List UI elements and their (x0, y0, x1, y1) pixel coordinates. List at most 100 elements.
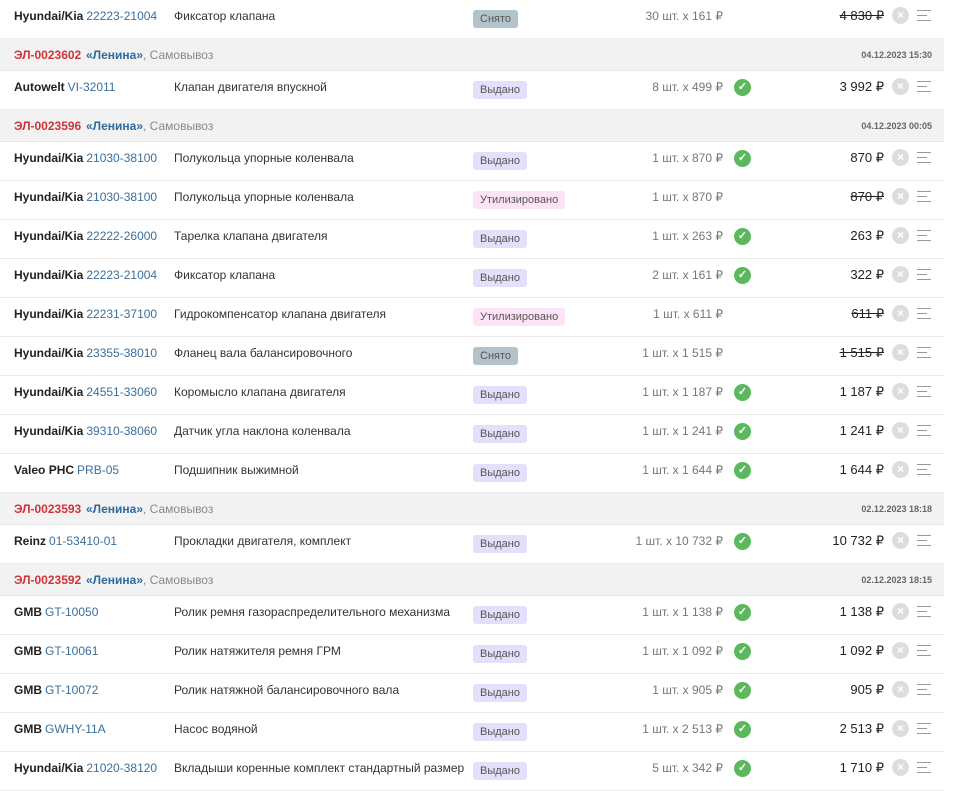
close-circle-icon: × (896, 228, 904, 242)
item-code-link[interactable]: 24551-33060 (86, 385, 157, 399)
store-name[interactable]: «Ленина» (86, 119, 143, 133)
brand-name: GMB (14, 644, 42, 658)
status-badge: Выдано (473, 81, 527, 99)
remove-item-button[interactable]: × (892, 149, 909, 166)
menu-icon[interactable] (917, 81, 931, 96)
remove-item-button[interactable]: × (892, 759, 909, 776)
brand-name: Hyundai/Kia (14, 424, 84, 438)
menu-icon[interactable] (917, 347, 931, 362)
item-code-link[interactable]: GT-10050 (45, 605, 98, 619)
order-number[interactable]: ЭЛ-0023602 (14, 48, 81, 62)
remove-item-button[interactable]: × (892, 383, 909, 400)
item-code-link[interactable]: 22223-21004 (86, 268, 157, 282)
item-code-link[interactable]: PRB-05 (77, 463, 119, 477)
item-total: 2 513 ₽ (839, 721, 884, 736)
menu-icon[interactable] (917, 425, 931, 440)
item-code-link[interactable]: 22222-26000 (86, 229, 157, 243)
remove-item-button[interactable]: × (892, 603, 909, 620)
table-row: Hyundai/Kia 22223-21004 Фиксатор клапана Вы… (0, 259, 944, 298)
item-total: 1 187 ₽ (839, 384, 884, 399)
remove-item-button[interactable]: × (892, 7, 909, 24)
store-name[interactable]: «Ленина» (86, 48, 143, 62)
item-quantity-price: 2 шт. x 161 ₽ (652, 268, 723, 282)
menu-icon[interactable] (917, 464, 931, 479)
close-circle-icon: × (896, 267, 904, 281)
menu-icon[interactable] (917, 762, 931, 777)
remove-item-button[interactable]: × (892, 532, 909, 549)
item-name: Вкладыши коренные комплект стандартный р… (174, 761, 465, 775)
remove-item-button[interactable]: × (892, 681, 909, 698)
menu-icon[interactable] (917, 535, 931, 550)
remove-item-button[interactable]: × (892, 461, 909, 478)
menu-icon[interactable] (917, 269, 931, 284)
table-row: Hyundai/Kia 21030-38100 Полукольца упорные… (0, 142, 944, 181)
store-name[interactable]: «Ленина» (86, 573, 143, 587)
menu-icon[interactable] (917, 645, 931, 660)
item-brand: Valeo PHC PRB-05 (14, 463, 119, 477)
menu-icon[interactable] (917, 606, 931, 621)
menu-icon[interactable] (917, 152, 931, 167)
item-code-link[interactable]: 23355-38010 (86, 346, 157, 360)
menu-icon[interactable] (917, 684, 931, 699)
table-row: Hyundai/Kia 22223-21004 Фиксатор клапана Сн… (0, 0, 944, 39)
remove-item-button[interactable]: × (892, 720, 909, 737)
close-circle-icon: × (896, 643, 904, 657)
remove-item-button[interactable]: × (892, 344, 909, 361)
table-row: Reinz 01-53410-01 Прокладки двигателя, ком… (0, 525, 944, 564)
remove-item-button[interactable]: × (892, 227, 909, 244)
item-code-link[interactable]: GT-10061 (45, 644, 98, 658)
close-circle-icon: × (896, 682, 904, 696)
remove-item-button[interactable]: × (892, 642, 909, 659)
status-badge: Выдано (473, 645, 527, 663)
item-brand: Reinz 01-53410-01 (14, 534, 117, 548)
item-brand: Hyundai/Kia 22222-26000 (14, 229, 157, 243)
item-code-link[interactable]: GWHY-11A (45, 722, 106, 736)
item-quantity-price: 1 шт. x 1 187 ₽ (642, 385, 723, 399)
table-row: Hyundai/Kia 24551-33060 Коромысло клапана … (0, 376, 944, 415)
item-code-link[interactable]: VI-32011 (68, 80, 116, 94)
order-number[interactable]: ЭЛ-0023592 (14, 573, 81, 587)
menu-icon[interactable] (917, 723, 931, 738)
item-code-link[interactable]: 21020-38120 (86, 761, 157, 775)
item-name: Ролик натяжной балансировочного вала (174, 683, 400, 697)
item-brand: GMB GT-10061 (14, 644, 98, 658)
brand-name: Hyundai/Kia (14, 151, 84, 165)
item-code-link[interactable]: 21030-38100 (86, 190, 157, 204)
delivery-method: , Самовывоз (143, 119, 214, 133)
item-code-link[interactable]: 22223-21004 (86, 9, 157, 23)
brand-name: Autowelt (14, 80, 65, 94)
delivery-method: , Самовывоз (143, 573, 214, 587)
item-code-link[interactable]: 01-53410-01 (49, 534, 117, 548)
menu-icon[interactable] (917, 308, 931, 323)
store-name[interactable]: «Ленина» (86, 502, 143, 516)
menu-icon[interactable] (917, 10, 931, 25)
brand-name: Hyundai/Kia (14, 190, 84, 204)
remove-item-button[interactable]: × (892, 305, 909, 322)
item-quantity-price: 5 шт. x 342 ₽ (652, 761, 723, 775)
check-circle-icon: ✓ (734, 79, 751, 96)
remove-item-button[interactable]: × (892, 266, 909, 283)
item-code-link[interactable]: 22231-37100 (86, 307, 157, 321)
menu-icon[interactable] (917, 386, 931, 401)
close-circle-icon: × (896, 345, 904, 359)
status-badge: Выдано (473, 152, 527, 170)
remove-item-button[interactable]: × (892, 188, 909, 205)
order-number[interactable]: ЭЛ-0023596 (14, 119, 81, 133)
item-total: 1 092 ₽ (839, 643, 884, 658)
order-number[interactable]: ЭЛ-0023593 (14, 502, 81, 516)
item-name: Подшипник выжимной (174, 463, 299, 477)
item-code-link[interactable]: GT-10072 (45, 683, 98, 697)
menu-icon[interactable] (917, 230, 931, 245)
check-circle-icon: ✓ (734, 150, 751, 167)
item-name: Прокладки двигателя, комплект (174, 534, 352, 548)
menu-icon[interactable] (917, 191, 931, 206)
remove-item-button[interactable]: × (892, 78, 909, 95)
remove-item-button[interactable]: × (892, 422, 909, 439)
item-code-link[interactable]: 21030-38100 (86, 151, 157, 165)
item-total: 1 644 ₽ (839, 462, 884, 477)
order-items-list: Hyundai/Kia 22223-21004 Фиксатор клапана Сн… (0, 0, 944, 791)
brand-name: GMB (14, 722, 42, 736)
status-badge: Выдано (473, 269, 527, 287)
item-total: 870 ₽ (850, 189, 884, 204)
item-code-link[interactable]: 39310-38060 (86, 424, 157, 438)
